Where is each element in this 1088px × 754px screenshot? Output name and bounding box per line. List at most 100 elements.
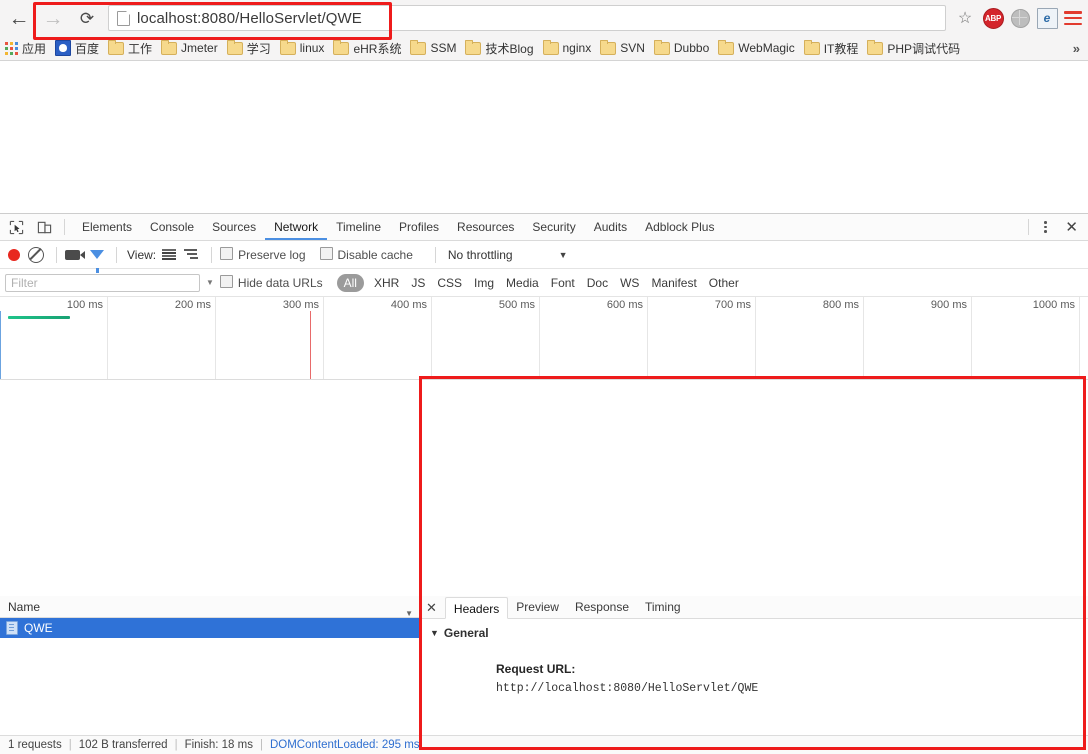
list-view-icon[interactable] — [162, 249, 177, 260]
filter-type-ws[interactable]: WS — [614, 276, 645, 290]
tab-resources[interactable]: Resources — [448, 214, 523, 240]
bookmark-folder-study[interactable]: 学习 — [226, 39, 271, 57]
baidu-icon — [55, 40, 72, 56]
header-key: Request URL: — [496, 662, 576, 676]
view-label: View: — [127, 247, 157, 262]
bookmark-folder-it-tutorials[interactable]: IT教程 — [803, 39, 858, 57]
address-bar[interactable]: localhost:8080/HelloServlet/QWE — [108, 5, 946, 31]
apps-grid-icon — [5, 41, 18, 55]
ruler-cell: 500 ms — [432, 297, 540, 379]
tab-profiles[interactable]: Profiles — [390, 214, 448, 240]
tab-audits[interactable]: Audits — [585, 214, 636, 240]
tab-adblock-plus[interactable]: Adblock Plus — [636, 214, 723, 240]
filter-type-font[interactable]: Font — [545, 276, 581, 290]
filter-type-js[interactable]: JS — [405, 276, 431, 290]
tab-preview[interactable]: Preview — [508, 596, 567, 618]
back-icon[interactable]: ← — [4, 3, 34, 33]
bookmark-folder-work[interactable]: 工作 — [108, 39, 153, 57]
network-timeline-ruler[interactable]: 100 ms 200 ms 300 ms 400 ms 500 ms 600 m… — [0, 297, 1088, 380]
filter-type-img[interactable]: Img — [468, 276, 500, 290]
filter-type-css[interactable]: CSS — [431, 276, 468, 290]
sort-caret-icon[interactable]: ▼ — [405, 603, 413, 625]
bookmark-label: 工作 — [128, 41, 153, 56]
tab-security[interactable]: Security — [523, 214, 584, 240]
camera-icon[interactable] — [65, 249, 85, 260]
globe-icon[interactable] — [1008, 6, 1032, 30]
forward-icon[interactable]: → — [38, 3, 68, 33]
filter-type-doc[interactable]: Doc — [581, 276, 614, 290]
request-timeline-bar — [8, 316, 70, 319]
bookmark-star-icon[interactable]: ☆ — [952, 5, 978, 31]
request-count: 1 requests — [8, 739, 62, 751]
bookmark-apps[interactable]: 应用 — [5, 40, 46, 57]
table-row[interactable]: QWE — [0, 618, 419, 638]
tab-elements[interactable]: Elements — [73, 214, 141, 240]
bookmark-folder-nginx[interactable]: nginx — [542, 39, 591, 55]
request-list-header[interactable]: Name ▼ — [0, 596, 419, 618]
bookmark-folder-ssm[interactable]: SSM — [410, 39, 456, 55]
hide-data-urls-checkbox[interactable]: Hide data URLs — [219, 275, 323, 290]
record-button[interactable] — [8, 248, 20, 261]
network-status-bar: 1 requests | 102 B transferred | Finish:… — [0, 735, 1088, 754]
filter-type-xhr[interactable]: XHR — [368, 276, 405, 290]
bookmarks-overflow-icon[interactable]: » — [1073, 41, 1088, 56]
load-event-marker — [310, 311, 311, 379]
page-icon — [117, 10, 130, 26]
tab-timing[interactable]: Timing — [637, 596, 689, 618]
bookmark-folder-jmeter[interactable]: Jmeter — [161, 39, 218, 55]
tab-network[interactable]: Network — [265, 214, 328, 240]
filter-caret-icon[interactable]: ▼ — [206, 278, 214, 287]
tab-sources[interactable]: Sources — [203, 214, 265, 240]
filter-type-manifest[interactable]: Manifest — [645, 276, 702, 290]
tab-console[interactable]: Console — [141, 214, 203, 240]
close-devtools-icon[interactable]: ✕ — [1063, 220, 1080, 235]
bookmark-folder-svn[interactable]: SVN — [600, 39, 645, 55]
folder-icon — [600, 39, 617, 55]
bookmark-label: SVN — [620, 41, 645, 55]
header-value: http://localhost:8080/HelloServlet/QWE — [496, 682, 759, 695]
request-list: Name ▼ QWE — [0, 596, 420, 735]
bookmark-folder-dubbo[interactable]: Dubbo — [653, 39, 709, 55]
section-general-header[interactable]: ▼ General — [430, 624, 1088, 642]
bookmark-baidu[interactable]: 百度 — [55, 40, 99, 57]
funnel-icon[interactable] — [90, 250, 104, 273]
tab-timeline[interactable]: Timeline — [327, 214, 390, 240]
clear-icon[interactable] — [28, 246, 44, 263]
hamburger-menu-icon[interactable] — [1064, 11, 1082, 25]
filter-input[interactable] — [5, 273, 200, 292]
ruler-cell: 600 ms — [540, 297, 648, 379]
toolbar-right-icons: ☆ ABP e — [952, 5, 1088, 31]
chevron-down-icon[interactable]: ▼ — [559, 250, 568, 260]
header-row: Request URL: http://localhost:8080/Hello… — [430, 642, 1088, 716]
folder-icon — [653, 39, 670, 55]
waterfall-view-icon[interactable] — [184, 249, 199, 260]
bookmark-folder-tech-blog[interactable]: 技术Blog — [465, 39, 534, 57]
preserve-log-checkbox[interactable]: Preserve log — [220, 247, 306, 262]
throttling-select[interactable]: No throttling — [448, 248, 513, 262]
inspect-element-icon[interactable] — [4, 216, 28, 238]
disable-cache-checkbox[interactable]: Disable cache — [319, 247, 413, 262]
ruler-cell: 900 ms — [864, 297, 972, 379]
close-detail-icon[interactable]: ✕ — [426, 601, 437, 614]
abp-icon[interactable]: ABP — [981, 6, 1005, 30]
bookmark-folder-webmagic[interactable]: WebMagic — [718, 39, 795, 55]
filter-type-other[interactable]: Other — [703, 276, 745, 290]
browser-window: ← → ⟳ localhost:8080/HelloServlet/QWE ☆ … — [0, 0, 1088, 754]
url-text: localhost:8080/HelloServlet/QWE — [137, 9, 362, 27]
bookmark-folder-linux[interactable]: linux — [279, 39, 324, 55]
bookmark-label: 应用 — [22, 41, 47, 56]
ruler-cell: 700 ms — [648, 297, 756, 379]
checkbox-box — [219, 275, 233, 288]
globe-glyph — [1010, 8, 1030, 28]
device-toolbar-icon[interactable] — [32, 216, 56, 238]
tab-response[interactable]: Response — [567, 596, 637, 618]
tab-headers[interactable]: Headers — [444, 596, 509, 619]
filter-type-all[interactable]: All — [336, 273, 364, 292]
more-options-icon[interactable] — [1037, 218, 1053, 236]
bookmark-folder-php-debug[interactable]: PHP调试代码 — [867, 39, 960, 57]
bookmark-folder-ehr[interactable]: eHR系统 — [333, 39, 401, 57]
reload-icon[interactable]: ⟳ — [72, 3, 102, 33]
ie-tab-icon[interactable]: e — [1035, 6, 1059, 30]
section-title: General — [443, 626, 489, 640]
filter-type-media[interactable]: Media — [500, 276, 545, 290]
